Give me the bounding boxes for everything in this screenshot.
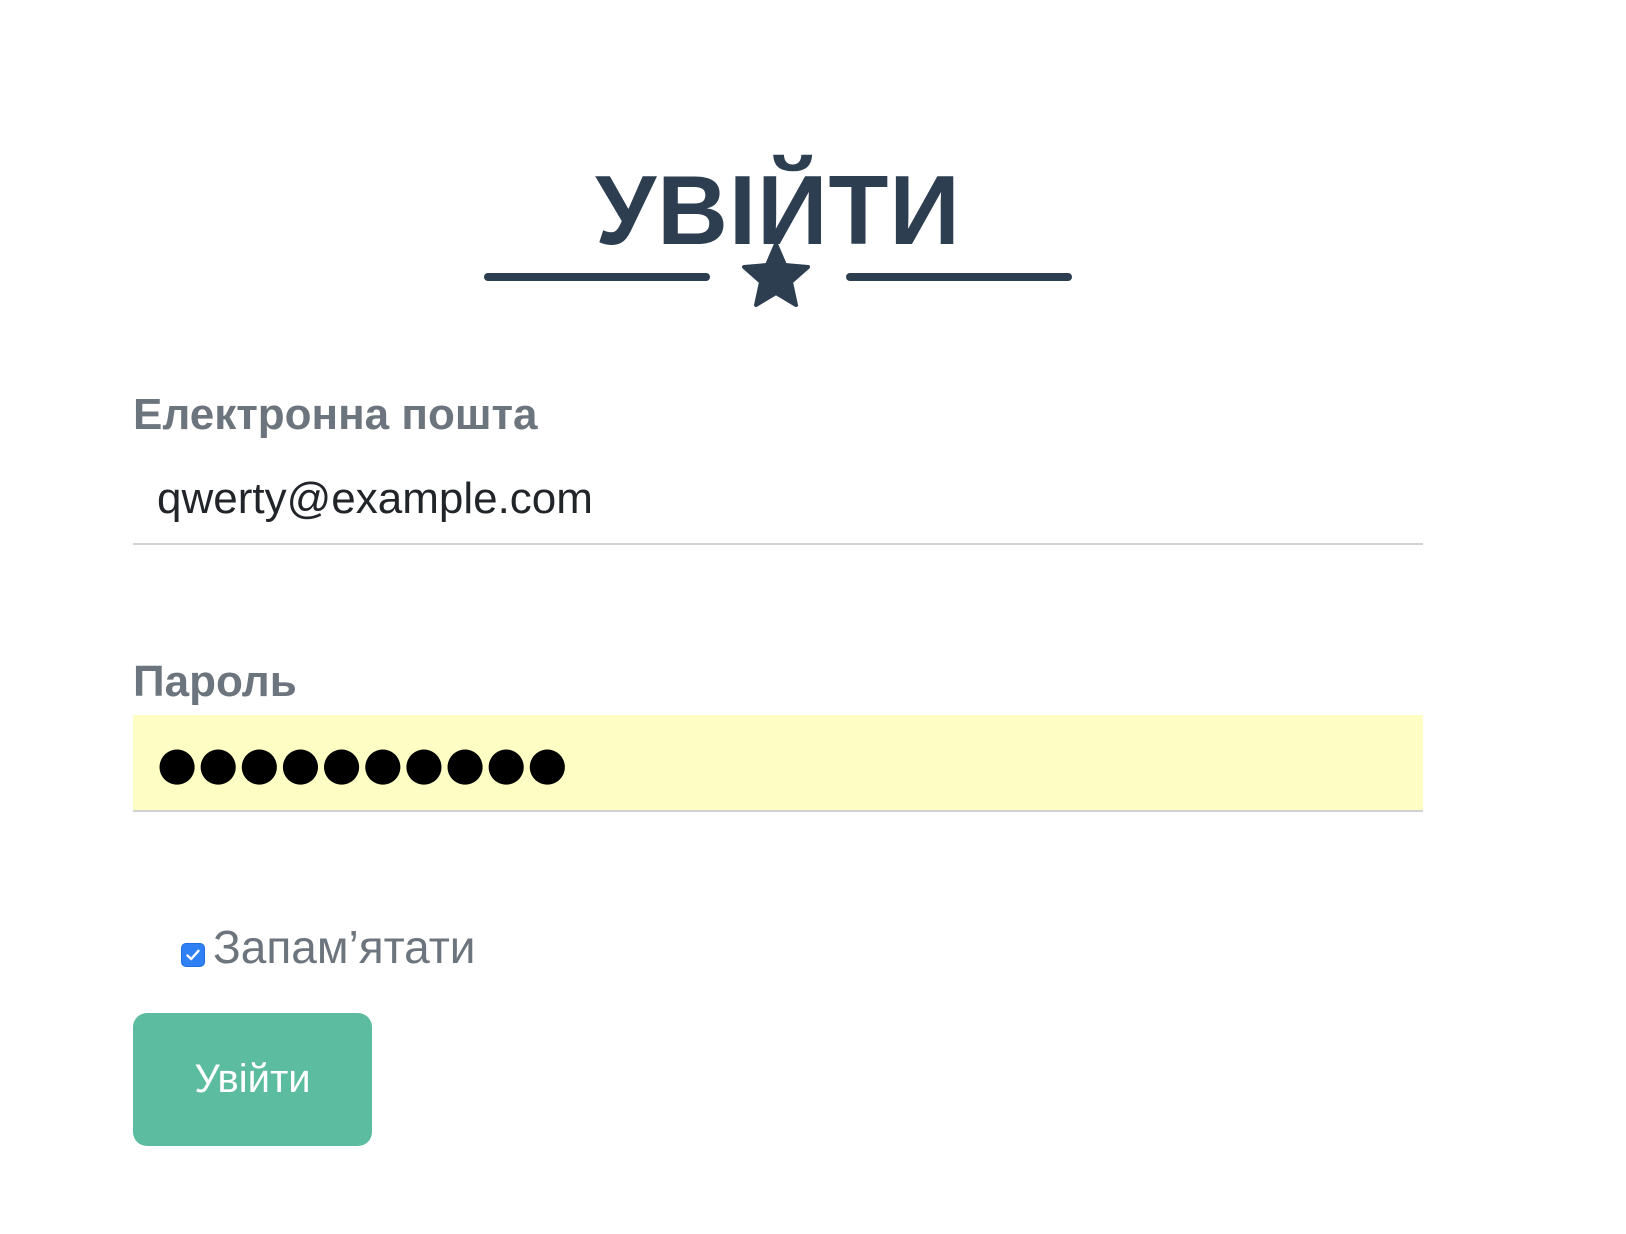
check-icon [186, 949, 200, 961]
login-button[interactable]: Увійти [133, 1013, 372, 1146]
email-label: Електронна пошта [133, 390, 538, 439]
password-label: Пароль [133, 657, 297, 706]
divider-line-left [484, 273, 710, 281]
password-input[interactable] [133, 715, 1423, 812]
title-divider [484, 240, 1072, 312]
remember-label: Запам’ятати [213, 921, 476, 973]
remember-me[interactable]: Запам’ятати [181, 918, 476, 976]
email-input[interactable] [133, 455, 1423, 545]
login-page: УВІЙТИ Електронна пошта Пароль ●●●●●●●●●… [0, 0, 1626, 1234]
remember-checkbox[interactable] [181, 943, 205, 967]
divider-line-right [846, 273, 1072, 281]
star-icon [742, 242, 810, 307]
